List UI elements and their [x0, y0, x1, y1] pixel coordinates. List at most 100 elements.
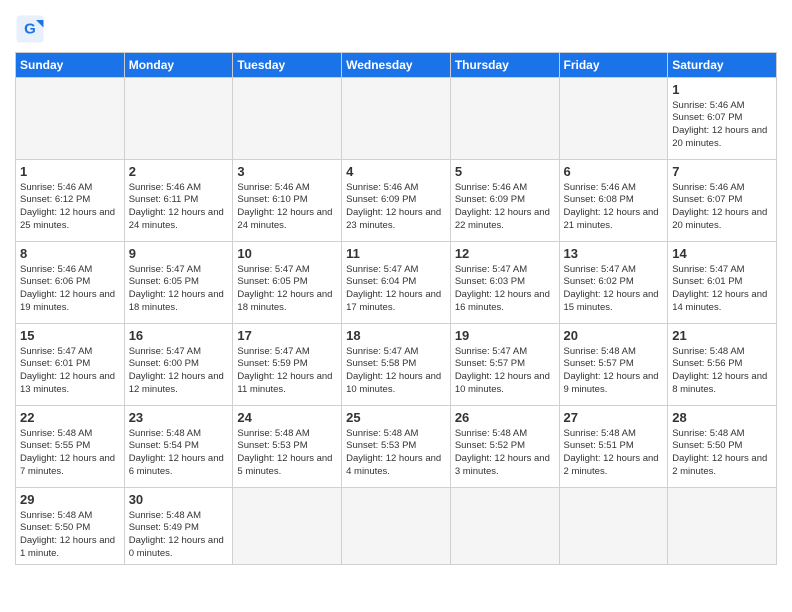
day-number: 26 — [455, 409, 555, 427]
sunset-text: Sunset: 5:52 PM — [455, 440, 525, 451]
daylight-text: Daylight: 12 hours and 3 minutes. — [455, 453, 550, 477]
calendar-cell: 26Sunrise: 5:48 AMSunset: 5:52 PM Dayligh… — [450, 406, 559, 488]
day-number: 25 — [346, 409, 446, 427]
day-number: 21 — [672, 327, 772, 345]
sunset-text: Sunset: 5:57 PM — [564, 358, 634, 369]
calendar-cell: 28Sunrise: 5:48 AMSunset: 5:50 PMDayligh… — [668, 406, 777, 488]
daylight-text: Daylight: 12 hours and 17 minutes. — [346, 289, 441, 313]
calendar-cell: 29Sunrise: 5:48 AMSunset: 5:50 PMDayligh… — [16, 488, 125, 565]
day-number: 17 — [237, 327, 337, 345]
calendar-cell — [668, 488, 777, 565]
svg-text:G: G — [24, 21, 36, 38]
daylight-text: Daylight: 12 hours and 20 minutes. — [672, 207, 767, 231]
header-row: Sunday Monday Tuesday Wednesday Thursday… — [16, 53, 777, 78]
calendar-cell: 20Sunrise: 5:48 AMSunset: 5:57 PMDayligh… — [559, 324, 668, 406]
sunrise-text: Sunrise: 5:47 AM — [564, 264, 636, 275]
calendar-cell: 2Sunrise: 5:46 AMSunset: 6:11 PMDaylight… — [124, 160, 233, 242]
sunset-text: Sunset: 5:58 PM — [346, 358, 416, 369]
calendar-cell: 21Sunrise: 5:48 AMSunset: 5:56 PM Dayligh… — [668, 324, 777, 406]
sunset-text: Sunset: 6:00 PM — [129, 358, 199, 369]
sunrise-text: Sunrise: 5:46 AM — [455, 182, 527, 193]
daylight-text: Daylight: 12 hours and 15 minutes. — [564, 289, 659, 313]
daylight-text: Daylight: 12 hours and 7 minutes. — [20, 453, 115, 477]
sunset-text: Sunset: 5:55 PM — [20, 440, 90, 451]
sunset-text: Sunset: 5:54 PM — [129, 440, 199, 451]
sunrise-text: Sunrise: 5:48 AM — [672, 346, 744, 357]
daylight-text: Daylight: 12 hours and 6 minutes. — [129, 453, 224, 477]
sunrise-text: Sunrise: 5:47 AM — [129, 264, 201, 275]
sunset-text: Sunset: 6:09 PM — [346, 194, 416, 205]
sunrise-text: Sunrise: 5:46 AM — [237, 182, 309, 193]
day-number: 5 — [455, 163, 555, 181]
daylight-text: Daylight: 12 hours and 2 minutes. — [564, 453, 659, 477]
th-wednesday: Wednesday — [342, 53, 451, 78]
sunset-text: Sunset: 5:50 PM — [672, 440, 742, 451]
sunset-text: Sunset: 5:53 PM — [237, 440, 307, 451]
calendar-cell — [450, 488, 559, 565]
day-number: 16 — [129, 327, 229, 345]
day-number: 1 — [20, 163, 120, 181]
calendar-cell — [450, 78, 559, 160]
calendar-cell: 1Sunrise: 5:46 AMSunset: 6:12 PMDaylight… — [16, 160, 125, 242]
daylight-text: Daylight: 12 hours and 18 minutes. — [129, 289, 224, 313]
sunset-text: Sunset: 6:06 PM — [20, 276, 90, 287]
daylight-text: Daylight: 12 hours and 8 minutes. — [672, 371, 767, 395]
calendar-cell — [559, 488, 668, 565]
sunrise-text: Sunrise: 5:48 AM — [564, 428, 636, 439]
sunrise-text: Sunrise: 5:47 AM — [455, 346, 527, 357]
daylight-text: Daylight: 12 hours and 16 minutes. — [455, 289, 550, 313]
day-number: 27 — [564, 409, 664, 427]
day-number: 11 — [346, 245, 446, 263]
calendar-cell: 5Sunrise: 5:46 AMSunset: 6:09 PM Daylight… — [450, 160, 559, 242]
day-number: 22 — [20, 409, 120, 427]
sunrise-text: Sunrise: 5:48 AM — [20, 428, 92, 439]
sunrise-text: Sunrise: 5:47 AM — [20, 346, 92, 357]
day-number: 6 — [564, 163, 664, 181]
sunrise-text: Sunrise: 5:47 AM — [455, 264, 527, 275]
sunset-text: Sunset: 6:05 PM — [129, 276, 199, 287]
day-number: 19 — [455, 327, 555, 345]
sunrise-text: Sunrise: 5:47 AM — [346, 346, 418, 357]
day-number: 29 — [20, 491, 120, 509]
th-saturday: Saturday — [668, 53, 777, 78]
calendar-cell: 27Sunrise: 5:48 AMSunset: 5:51 PM Dayligh… — [559, 406, 668, 488]
daylight-text: Daylight: 12 hours and 0 minutes. — [129, 535, 224, 559]
calendar-cell: 1Sunrise: 5:46 AMSunset: 6:07 PMDaylight… — [668, 78, 777, 160]
calendar-cell: 22Sunrise: 5:48 AMSunset: 5:55 PM Dayligh… — [16, 406, 125, 488]
calendar-cell: 30Sunrise: 5:48 AMSunset: 5:49 PMDayligh… — [124, 488, 233, 565]
daylight-text: Daylight: 12 hours and 19 minutes. — [20, 289, 115, 313]
calendar-cell: 10Sunrise: 5:47 AMSunset: 6:05 PMDayligh… — [233, 242, 342, 324]
sunset-text: Sunset: 5:51 PM — [564, 440, 634, 451]
daylight-text: Daylight: 12 hours and 24 minutes. — [129, 207, 224, 231]
daylight-text: Daylight: 12 hours and 10 minutes. — [455, 371, 550, 395]
sunset-text: Sunset: 5:56 PM — [672, 358, 742, 369]
daylight-text: Daylight: 12 hours and 9 minutes. — [564, 371, 659, 395]
day-number: 10 — [237, 245, 337, 263]
daylight-text: Daylight: 12 hours and 5 minutes. — [237, 453, 332, 477]
day-number: 7 — [672, 163, 772, 181]
calendar-cell: 14Sunrise: 5:47 AMSunset: 6:01 PMDayligh… — [668, 242, 777, 324]
th-tuesday: Tuesday — [233, 53, 342, 78]
sunrise-text: Sunrise: 5:48 AM — [129, 428, 201, 439]
sunset-text: Sunset: 6:09 PM — [455, 194, 525, 205]
calendar-cell: 18Sunrise: 5:47 AMSunset: 5:58 PMDayligh… — [342, 324, 451, 406]
th-friday: Friday — [559, 53, 668, 78]
daylight-text: Daylight: 12 hours and 25 minutes. — [20, 207, 115, 231]
sunset-text: Sunset: 6:08 PM — [564, 194, 634, 205]
calendar-cell: 16Sunrise: 5:47 AMSunset: 6:00 PMDayligh… — [124, 324, 233, 406]
sunrise-text: Sunrise: 5:48 AM — [455, 428, 527, 439]
daylight-text: Daylight: 12 hours and 1 minute. — [20, 535, 115, 559]
header: G — [15, 10, 777, 44]
day-number: 23 — [129, 409, 229, 427]
sunset-text: Sunset: 5:57 PM — [455, 358, 525, 369]
sunrise-text: Sunrise: 5:48 AM — [129, 510, 201, 521]
calendar-cell: 9Sunrise: 5:47 AMSunset: 6:05 PMDaylight… — [124, 242, 233, 324]
day-number: 8 — [20, 245, 120, 263]
sunrise-text: Sunrise: 5:46 AM — [672, 100, 744, 111]
daylight-text: Daylight: 12 hours and 22 minutes. — [455, 207, 550, 231]
sunset-text: Sunset: 5:59 PM — [237, 358, 307, 369]
day-number: 30 — [129, 491, 229, 509]
calendar-cell: 4Sunrise: 5:46 AMSunset: 6:09 PMDaylight… — [342, 160, 451, 242]
sunset-text: Sunset: 6:04 PM — [346, 276, 416, 287]
calendar-cell: 8Sunrise: 5:46 AMSunset: 6:06 PMDaylight… — [16, 242, 125, 324]
